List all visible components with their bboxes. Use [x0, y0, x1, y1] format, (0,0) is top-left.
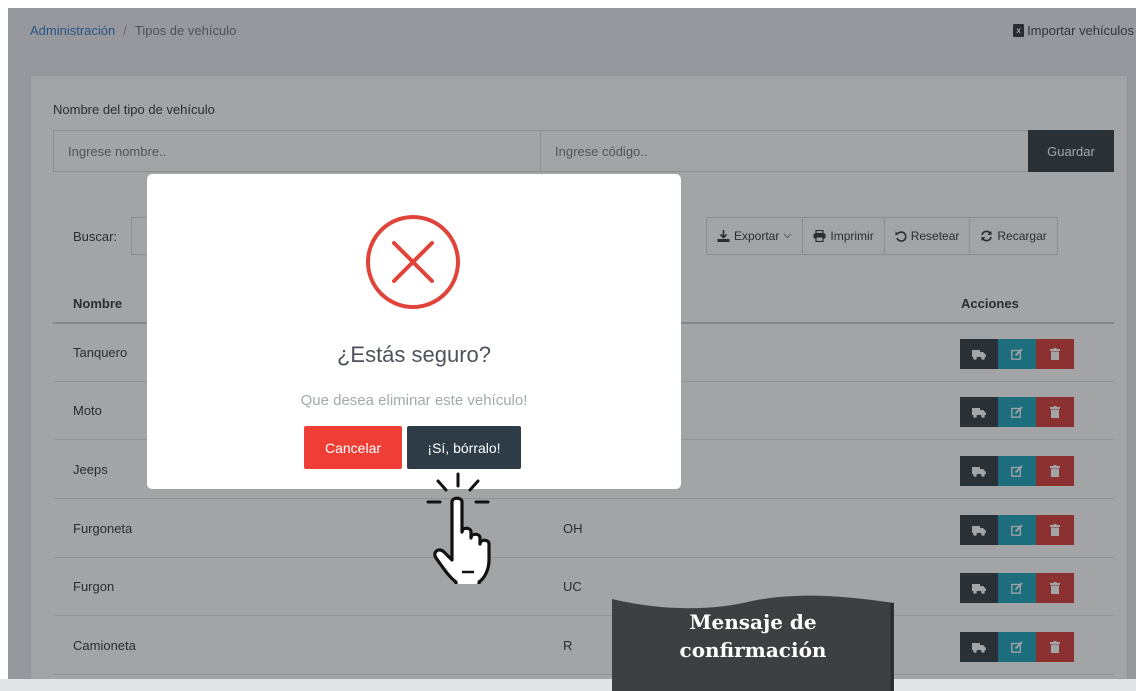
annotation-line-1: Mensaje de — [689, 610, 817, 634]
cancel-button[interactable]: Cancelar — [304, 426, 402, 469]
pointing-hand-icon — [426, 472, 491, 584]
annotation-text: Mensaje de confirmación — [612, 608, 894, 664]
dialog-text: Que desea eliminar este vehículo! — [300, 392, 528, 409]
confirm-delete-button[interactable]: ¡Sí, bórralo! — [407, 426, 521, 469]
bottom-strip — [0, 679, 1136, 691]
confirm-dialog: ¿Estás seguro? Que desea eliminar este v… — [147, 174, 681, 489]
dialog-title: ¿Estás seguro? — [336, 342, 492, 367]
error-x-icon — [366, 215, 460, 309]
annotation-line-2: confirmación — [679, 638, 827, 662]
